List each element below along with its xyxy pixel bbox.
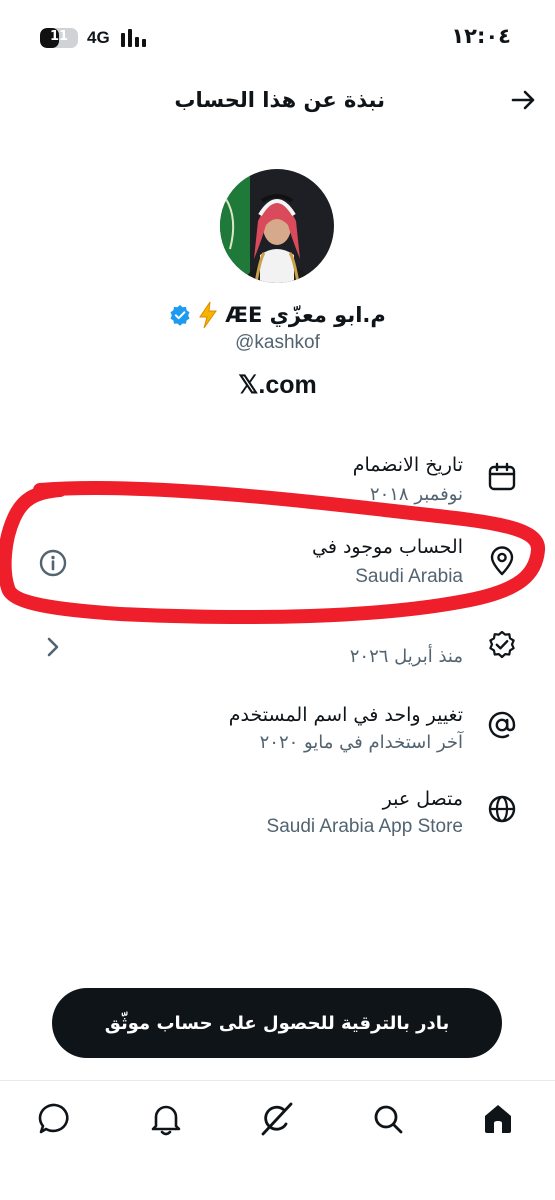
info-icon[interactable]	[38, 548, 68, 578]
location-pin-icon	[490, 546, 514, 576]
verified-badge-icon[interactable]	[169, 304, 191, 326]
home-icon[interactable]	[480, 1101, 516, 1137]
display-name: م.ابو معزّي ÆE	[225, 303, 386, 327]
row-subtitle: نوفمبر ٢٠١٨	[369, 484, 463, 505]
row-subtitle: Saudi Arabia	[355, 566, 463, 587]
page-title: نبذة عن هذا الحساب	[174, 88, 385, 112]
at-sign-icon	[488, 711, 516, 739]
signal-icon	[121, 29, 151, 47]
status-bar: 11 4G ١٢:٠٤	[0, 0, 555, 72]
lightning-emoji-icon	[199, 301, 218, 329]
row-title: الحساب موجود في	[312, 536, 463, 558]
info-row-connected-via: متصل عبر Saudi Arabia App Store	[0, 780, 555, 850]
avatar-image	[220, 169, 334, 283]
row-title: تغيير واحد في اسم المستخدم	[228, 704, 463, 726]
header: نبذة عن هذا الحساب	[0, 72, 555, 128]
name-row: م.ابو معزّي ÆE	[0, 298, 555, 332]
row-subtitle: آخر استخدام في مايو ٢٠٢٠	[259, 732, 463, 753]
battery-indicator: 11	[40, 28, 78, 48]
info-row-username-change: تغيير واحد في اسم المستخدم آخر استخدام ف…	[0, 696, 555, 766]
network-type: 4G	[87, 28, 110, 47]
info-row-joined: تاريخ الانضمام نوفمبر ٢٠١٨	[0, 448, 555, 518]
battery-level: 11	[49, 29, 69, 44]
user-handle: @kashkof	[235, 332, 320, 353]
row-subtitle: منذ أبريل ٢٠٢٦	[349, 646, 463, 667]
site-label: 𝕏.com	[238, 371, 317, 399]
avatar[interactable]	[220, 169, 334, 283]
info-row-location[interactable]: الحساب موجود في Saudi Arabia	[0, 528, 555, 598]
chevron-right-icon[interactable]	[38, 632, 68, 662]
search-icon[interactable]	[370, 1101, 406, 1137]
grok-icon[interactable]	[259, 1101, 295, 1137]
back-arrow-icon[interactable]	[507, 84, 539, 116]
notifications-icon[interactable]	[148, 1101, 184, 1137]
bottom-nav	[0, 1080, 555, 1200]
row-title: متصل عبر	[382, 788, 463, 810]
calendar-icon	[488, 462, 516, 491]
info-row-verified[interactable]: منذ أبريل ٢٠٢٦	[0, 612, 555, 682]
messages-icon[interactable]	[37, 1101, 73, 1137]
row-title: تاريخ الانضمام	[352, 454, 463, 476]
upgrade-button[interactable]: بادر بالترقية للحصول على حساب موثّق	[52, 988, 502, 1058]
verified-badge-outline-icon	[489, 630, 515, 659]
row-subtitle: Saudi Arabia App Store	[266, 816, 463, 837]
status-time: ١٢:٠٤	[451, 24, 511, 48]
globe-icon	[488, 795, 516, 823]
